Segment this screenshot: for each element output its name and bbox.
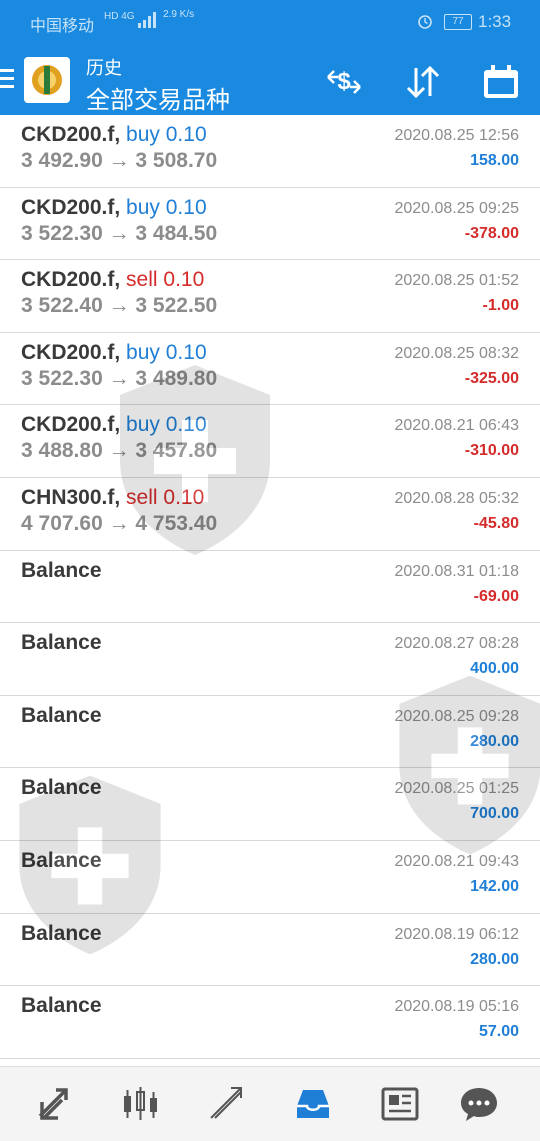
balance-row[interactable]: Balance 2020.08.19 05:16 57.00 bbox=[0, 986, 540, 1059]
clock: 1:33 bbox=[478, 12, 512, 31]
trade-profit: -1.00 bbox=[482, 297, 519, 315]
balance-time: 2020.08.25 09:28 bbox=[394, 707, 519, 725]
balance-time: 2020.08.27 08:28 bbox=[394, 635, 519, 653]
currency-sort-icon[interactable]: $ bbox=[324, 62, 364, 102]
trade-icon[interactable] bbox=[207, 1084, 247, 1124]
balance-time: 2020.08.31 01:18 bbox=[394, 562, 519, 580]
trade-symbol: CKD200.f, buy 0.10 bbox=[21, 340, 207, 364]
chat-icon[interactable] bbox=[459, 1084, 499, 1124]
balance-label: Balance bbox=[21, 848, 102, 872]
app-logo bbox=[24, 57, 70, 103]
svg-text:$: $ bbox=[337, 68, 351, 95]
balance-amount: 280.00 bbox=[470, 732, 519, 750]
balance-amount: 280.00 bbox=[470, 950, 519, 968]
balance-label: Balance bbox=[21, 703, 102, 727]
chart-icon[interactable] bbox=[120, 1084, 160, 1124]
balance-time: 2020.08.19 05:16 bbox=[394, 998, 519, 1016]
trade-time: 2020.08.25 12:56 bbox=[394, 127, 519, 144]
trade-side: buy bbox=[126, 413, 160, 437]
trade-volume: 0.10 bbox=[163, 268, 205, 292]
trade-symbol: CKD200.f, buy 0.10 bbox=[21, 195, 207, 219]
trade-volume: 0.10 bbox=[165, 195, 207, 219]
alarm-icon bbox=[418, 15, 432, 29]
trade-row[interactable]: CHN300.f, sell 0.10 4 707.60 → 4 753.40 … bbox=[0, 478, 540, 551]
network-speed: 2.9 K/s bbox=[163, 9, 195, 20]
trade-time: 2020.08.25 01:52 bbox=[394, 272, 519, 290]
trade-row[interactable]: CKD200.f, buy 0.10 3 522.30 → 3 489.80 2… bbox=[0, 333, 540, 406]
trade-profit: -378.00 bbox=[464, 224, 519, 242]
balance-label: Balance bbox=[21, 921, 102, 945]
page-title: 历史 bbox=[86, 58, 122, 78]
balance-amount: 57.00 bbox=[478, 1023, 519, 1041]
network-label: HD 4G bbox=[104, 11, 135, 22]
balance-label: Balance bbox=[21, 776, 102, 800]
balance-label: Balance bbox=[21, 994, 102, 1018]
trade-profit: -310.00 bbox=[464, 442, 519, 460]
status-bar: 中国移动 HD 4G 2.9 K/s 77 1:33 bbox=[0, 0, 540, 44]
menu-icon[interactable] bbox=[0, 69, 14, 91]
trade-prices: 3 522.30 → 3 484.50 bbox=[21, 221, 218, 245]
app-bar: 中国移动 HD 4G 2.9 K/s 77 1:33 历史 全部交易品种 $ bbox=[0, 0, 540, 115]
news-icon[interactable] bbox=[380, 1084, 420, 1124]
trade-time: 2020.08.25 08:32 bbox=[394, 344, 519, 362]
trade-row[interactable]: CKD200.f, buy 0.10 3 492.90 → 3 508.70 2… bbox=[0, 115, 540, 188]
sort-icon[interactable] bbox=[403, 62, 443, 102]
history-list: CKD200.f, buy 0.10 3 492.90 → 3 508.70 2… bbox=[0, 115, 540, 1059]
trade-volume: 0.10 bbox=[165, 413, 207, 437]
balance-amount: -69.00 bbox=[473, 587, 519, 605]
trade-side: buy bbox=[126, 123, 160, 146]
trade-symbol: CHN300.f, sell 0.10 bbox=[21, 485, 205, 509]
trade-symbol: CKD200.f, buy 0.10 bbox=[21, 123, 207, 146]
balance-amount: 142.00 bbox=[470, 877, 519, 895]
balance-row[interactable]: Balance 2020.08.21 09:43 142.00 bbox=[0, 841, 540, 914]
balance-amount: 400.00 bbox=[470, 660, 519, 678]
trade-profit: 158.00 bbox=[470, 152, 519, 169]
trade-prices: 3 522.40 → 3 522.50 bbox=[21, 294, 218, 318]
trade-prices: 3 522.30 → 3 489.80 bbox=[21, 366, 218, 390]
balance-row[interactable]: Balance 2020.08.31 01:18 -69.00 bbox=[0, 551, 540, 624]
balance-label: Balance bbox=[21, 558, 102, 582]
signal-icon bbox=[138, 12, 156, 28]
history-icon[interactable] bbox=[293, 1084, 333, 1124]
trade-profit: -325.00 bbox=[464, 369, 519, 387]
battery-indicator: 77 bbox=[444, 14, 472, 30]
trade-prices: 3 492.90 → 3 508.70 bbox=[21, 149, 218, 172]
trade-prices: 3 488.80 → 3 457.80 bbox=[21, 439, 218, 463]
quotes-icon[interactable] bbox=[34, 1084, 74, 1124]
balance-row[interactable]: Balance 2020.08.25 09:28 280.00 bbox=[0, 696, 540, 769]
trade-side: buy bbox=[126, 340, 160, 364]
calendar-icon[interactable] bbox=[481, 62, 521, 102]
trade-row[interactable]: CKD200.f, sell 0.10 3 522.40 → 3 522.50 … bbox=[0, 260, 540, 333]
balance-row[interactable]: Balance 2020.08.25 01:25 700.00 bbox=[0, 768, 540, 841]
trade-symbol: CKD200.f, buy 0.10 bbox=[21, 413, 207, 437]
balance-amount: 700.00 bbox=[470, 805, 519, 823]
balance-time: 2020.08.21 09:43 bbox=[394, 852, 519, 870]
trade-side: sell bbox=[126, 268, 158, 292]
symbol-filter[interactable]: 全部交易品种 bbox=[86, 80, 230, 115]
trade-side: buy bbox=[126, 195, 160, 219]
trade-volume: 0.10 bbox=[165, 123, 207, 146]
balance-row[interactable]: Balance 2020.08.27 08:28 400.00 bbox=[0, 623, 540, 696]
trade-time: 2020.08.28 05:32 bbox=[394, 489, 519, 507]
trade-row[interactable]: CKD200.f, buy 0.10 3 522.30 → 3 484.50 2… bbox=[0, 188, 540, 261]
trade-time: 2020.08.21 06:43 bbox=[394, 417, 519, 435]
balance-row[interactable]: Balance 2020.08.19 06:12 280.00 bbox=[0, 914, 540, 987]
balance-time: 2020.08.19 06:12 bbox=[394, 925, 519, 943]
trade-time: 2020.08.25 09:25 bbox=[394, 199, 519, 217]
trade-row[interactable]: CKD200.f, buy 0.10 3 488.80 → 3 457.80 2… bbox=[0, 405, 540, 478]
bottom-nav bbox=[0, 1066, 540, 1141]
balance-time: 2020.08.25 01:25 bbox=[394, 780, 519, 798]
trade-side: sell bbox=[126, 485, 158, 509]
trade-symbol: CKD200.f, sell 0.10 bbox=[21, 268, 205, 292]
trade-volume: 0.10 bbox=[163, 485, 205, 509]
carrier-label: 中国移动 bbox=[30, 18, 95, 35]
trade-profit: -45.80 bbox=[473, 514, 519, 532]
balance-label: Balance bbox=[21, 631, 102, 655]
trade-prices: 4 707.60 → 4 753.40 bbox=[21, 511, 218, 535]
trade-volume: 0.10 bbox=[165, 340, 207, 364]
